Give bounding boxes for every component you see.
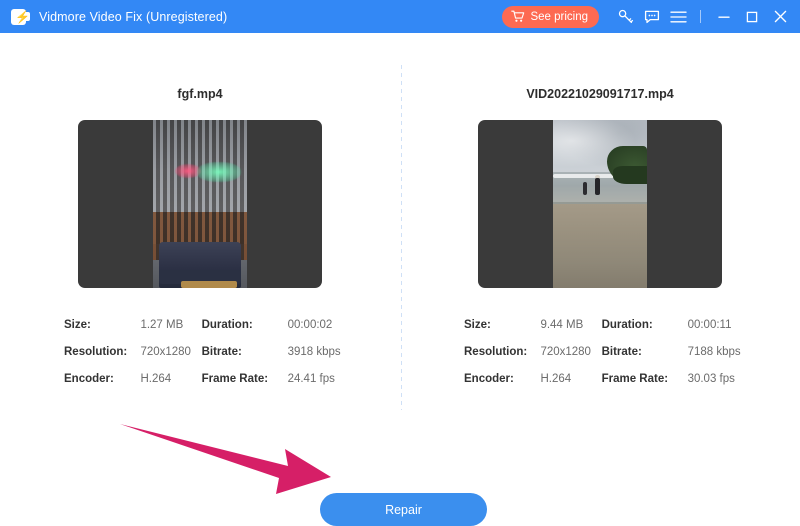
encoder-label: Encoder: (464, 373, 540, 385)
minimize-icon (717, 10, 731, 24)
metadata-row: Resolution: 720x1280 Bitrate: 3918 kbps (64, 338, 364, 365)
bitrate-value: 7188 kbps (688, 346, 764, 358)
encoder-value: H.264 (540, 373, 601, 385)
file-name-right: VID20221029091717.mp4 (400, 87, 800, 101)
key-icon (618, 9, 634, 25)
title-bar: ⚡ Vidmore Video Fix (Unregistered) See p… (0, 0, 800, 33)
feedback-button[interactable] (639, 0, 665, 33)
app-brand: ⚡ Vidmore Video Fix (Unregistered) (11, 9, 227, 25)
metadata-right: Size: 9.44 MB Duration: 00:00:11 Resolut… (464, 311, 764, 392)
resolution-label: Resolution: (64, 346, 140, 358)
video-thumbnail-right[interactable] (478, 120, 722, 288)
key-button[interactable] (613, 0, 639, 33)
see-pricing-button[interactable]: See pricing (502, 6, 599, 28)
beach-shoreline-video-thumbnail (553, 120, 647, 288)
encoder-label: Encoder: (64, 373, 140, 385)
encoder-value: H.264 (140, 373, 201, 385)
bitrate-value: 3918 kbps (288, 346, 364, 358)
bitrate-label: Bitrate: (602, 346, 688, 358)
size-label: Size: (64, 319, 140, 331)
video-thumbnail-left[interactable] (78, 120, 322, 288)
titlebar-controls: See pricing (502, 0, 800, 33)
close-button[interactable] (766, 0, 794, 33)
video-camera-bolt-icon: ⚡ (11, 9, 30, 25)
resolution-label: Resolution: (464, 346, 540, 358)
frame-rate-label: Frame Rate: (202, 373, 288, 385)
metadata-row: Encoder: H.264 Frame Rate: 30.03 fps (464, 365, 764, 392)
metadata-left: Size: 1.27 MB Duration: 00:00:02 Resolut… (64, 311, 364, 392)
metadata-row: Resolution: 720x1280 Bitrate: 7188 kbps (464, 338, 764, 365)
resolution-value: 720x1280 (140, 346, 201, 358)
duration-value: 00:00:11 (688, 319, 764, 331)
maximize-icon (745, 10, 759, 24)
hamburger-menu-icon (670, 10, 687, 24)
duration-label: Duration: (602, 319, 688, 331)
metadata-row: Encoder: H.264 Frame Rate: 24.41 fps (64, 365, 364, 392)
frame-rate-label: Frame Rate: (602, 373, 688, 385)
main-content: fgf.mp4 Size: 1.27 MB Duration: 00:00:02… (0, 33, 800, 513)
see-pricing-label: See pricing (530, 11, 588, 23)
app-title: Vidmore Video Fix (Unregistered) (39, 10, 227, 24)
size-value: 1.27 MB (140, 319, 201, 331)
frame-rate-value: 30.03 fps (688, 373, 764, 385)
maximize-button[interactable] (738, 0, 766, 33)
shopping-cart-icon (511, 10, 525, 23)
metadata-row: Size: 9.44 MB Duration: 00:00:11 (464, 311, 764, 338)
metadata-row: Size: 1.27 MB Duration: 00:00:02 (64, 311, 364, 338)
repair-button[interactable]: Repair (320, 493, 487, 526)
close-icon (773, 9, 788, 24)
minimize-button[interactable] (710, 0, 738, 33)
duration-label: Duration: (202, 319, 288, 331)
frame-rate-value: 24.41 fps (288, 373, 364, 385)
main-menu-button[interactable] (665, 0, 691, 33)
size-label: Size: (464, 319, 540, 331)
chat-bubble-icon (644, 9, 660, 25)
resolution-value: 720x1280 (540, 346, 601, 358)
size-value: 9.44 MB (540, 319, 601, 331)
bitrate-label: Bitrate: (202, 346, 288, 358)
toolbar-separator (700, 10, 701, 23)
cafe-neon-sign-video-thumbnail (153, 120, 247, 288)
duration-value: 00:00:02 (288, 319, 364, 331)
file-name-left: fgf.mp4 (0, 87, 400, 101)
